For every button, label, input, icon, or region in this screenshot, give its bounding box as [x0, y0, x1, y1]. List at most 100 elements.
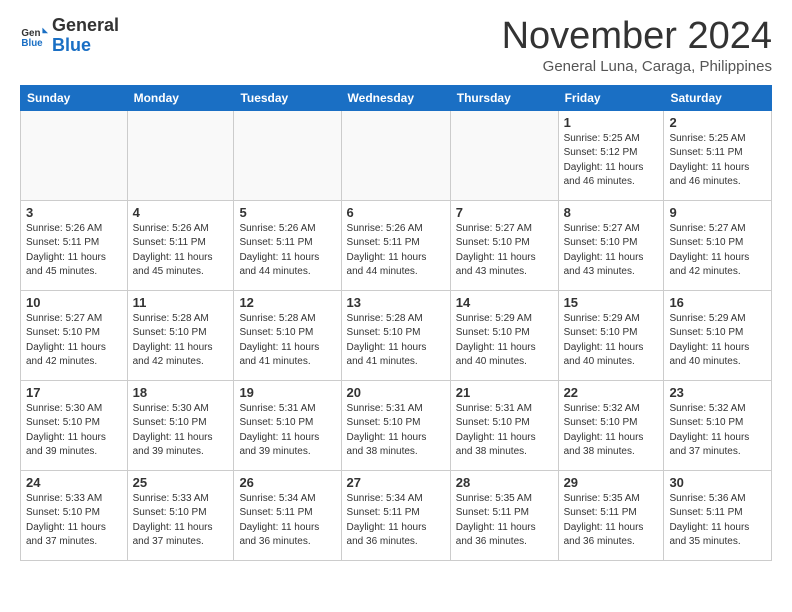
- logo: Gen Blue General Blue: [20, 16, 119, 56]
- day-cell: 26Sunrise: 5:34 AM Sunset: 5:11 PM Dayli…: [234, 470, 341, 560]
- day-info: Sunrise: 5:26 AM Sunset: 5:11 PM Dayligh…: [239, 222, 335, 280]
- day-info: Sunrise: 5:28 AM Sunset: 5:10 PM Dayligh…: [239, 312, 335, 370]
- day-cell: 16 Sunrise: 5:29 AM Sunset: 5:10 PM Dayli…: [664, 290, 772, 380]
- day-cell: 13 Sunrise: 5:28 AM Sunset: 5:10 PM Dayli…: [341, 290, 450, 380]
- day-number: 21: [456, 385, 553, 400]
- day-cell: 19 Sunrise: 5:31 AM Sunset: 5:10 PM Dayli…: [234, 380, 341, 470]
- day-info: Sunrise: 5:29 AM Sunset: 5:10 PM Dayligh…: [669, 312, 766, 370]
- day-number: 20: [347, 385, 445, 400]
- day-number: 30: [669, 475, 766, 490]
- day-cell: [127, 110, 234, 200]
- day-cell: 8Sunrise: 5:27 AM Sunset: 5:10 PM Daylig…: [558, 200, 664, 290]
- day-cell: [234, 110, 341, 200]
- day-info: Sunrise: 5:26 AM Sunset: 5:11 PM Dayligh…: [26, 222, 122, 280]
- column-header-wednesday: Wednesday: [341, 85, 450, 110]
- page-header: Gen Blue General Blue November 2024 Gene…: [20, 16, 772, 75]
- day-cell: [21, 110, 128, 200]
- day-cell: 11Sunrise: 5:28 AM Sunset: 5:10 PM Dayli…: [127, 290, 234, 380]
- day-cell: 10 Sunrise: 5:27 AM Sunset: 5:10 PM Dayli…: [21, 290, 128, 380]
- day-number: 28: [456, 475, 553, 490]
- column-header-tuesday: Tuesday: [234, 85, 341, 110]
- day-number: 1: [564, 115, 659, 130]
- day-info: Sunrise: 5:29 AM Sunset: 5:10 PM Dayligh…: [564, 312, 659, 370]
- day-info: Sunrise: 5:32 AM Sunset: 5:10 PM Dayligh…: [564, 402, 659, 460]
- day-cell: 4Sunrise: 5:26 AM Sunset: 5:11 PM Daylig…: [127, 200, 234, 290]
- day-number: 25: [133, 475, 229, 490]
- day-info: Sunrise: 5:27 AM Sunset: 5:10 PM Dayligh…: [26, 312, 122, 370]
- day-number: 16: [669, 295, 766, 310]
- day-info: Sunrise: 5:26 AM Sunset: 5:11 PM Dayligh…: [133, 222, 229, 280]
- logo-general: General: [52, 16, 119, 36]
- day-cell: 30 Sunrise: 5:36 AM Sunset: 5:11 PM Dayli…: [664, 470, 772, 560]
- svg-text:Blue: Blue: [21, 38, 43, 49]
- day-info: Sunrise: 5:27 AM Sunset: 5:10 PM Dayligh…: [564, 222, 659, 280]
- day-info: Sunrise: 5:27 AM Sunset: 5:10 PM Dayligh…: [456, 222, 553, 280]
- calendar-header: SundayMondayTuesdayWednesdayThursdayFrid…: [21, 85, 772, 110]
- day-info: Sunrise: 5:36 AM Sunset: 5:11 PM Dayligh…: [669, 492, 766, 550]
- day-cell: 15 Sunrise: 5:29 AM Sunset: 5:10 PM Dayli…: [558, 290, 664, 380]
- day-cell: 5 Sunrise: 5:26 AM Sunset: 5:11 PM Daylig…: [234, 200, 341, 290]
- day-info: Sunrise: 5:30 AM Sunset: 5:10 PM Dayligh…: [133, 402, 229, 460]
- day-number: 12: [239, 295, 335, 310]
- day-number: 17: [26, 385, 122, 400]
- day-info: Sunrise: 5:33 AM Sunset: 5:10 PM Dayligh…: [133, 492, 229, 550]
- week-row-5: 24 Sunrise: 5:33 AM Sunset: 5:10 PM Dayli…: [21, 470, 772, 560]
- month-title: November 2024: [502, 16, 772, 58]
- day-cell: 6 Sunrise: 5:26 AM Sunset: 5:11 PM Daylig…: [341, 200, 450, 290]
- day-info: Sunrise: 5:33 AM Sunset: 5:10 PM Dayligh…: [26, 492, 122, 550]
- day-number: 23: [669, 385, 766, 400]
- day-number: 7: [456, 205, 553, 220]
- week-row-2: 3 Sunrise: 5:26 AM Sunset: 5:11 PM Daylig…: [21, 200, 772, 290]
- day-cell: 9Sunrise: 5:27 AM Sunset: 5:10 PM Daylig…: [664, 200, 772, 290]
- day-number: 10: [26, 295, 122, 310]
- day-number: 14: [456, 295, 553, 310]
- day-cell: 23 Sunrise: 5:32 AM Sunset: 5:10 PM Dayli…: [664, 380, 772, 470]
- title-section: November 2024 General Luna, Caraga, Phil…: [502, 16, 772, 75]
- day-number: 5: [239, 205, 335, 220]
- day-number: 3: [26, 205, 122, 220]
- day-number: 22: [564, 385, 659, 400]
- day-info: Sunrise: 5:28 AM Sunset: 5:10 PM Dayligh…: [347, 312, 445, 370]
- day-info: Sunrise: 5:31 AM Sunset: 5:10 PM Dayligh…: [239, 402, 335, 460]
- logo-text: General Blue: [52, 16, 119, 56]
- day-info: Sunrise: 5:30 AM Sunset: 5:10 PM Dayligh…: [26, 402, 122, 460]
- day-info: Sunrise: 5:25 AM Sunset: 5:12 PM Dayligh…: [564, 132, 659, 190]
- day-cell: 27Sunrise: 5:34 AM Sunset: 5:11 PM Dayli…: [341, 470, 450, 560]
- column-header-thursday: Thursday: [450, 85, 558, 110]
- day-number: 29: [564, 475, 659, 490]
- column-header-sunday: Sunday: [21, 85, 128, 110]
- day-cell: 1 Sunrise: 5:25 AM Sunset: 5:12 PM Daylig…: [558, 110, 664, 200]
- day-number: 24: [26, 475, 122, 490]
- calendar-body: 1 Sunrise: 5:25 AM Sunset: 5:12 PM Daylig…: [21, 110, 772, 560]
- day-cell: 22 Sunrise: 5:32 AM Sunset: 5:10 PM Dayli…: [558, 380, 664, 470]
- day-number: 19: [239, 385, 335, 400]
- day-info: Sunrise: 5:35 AM Sunset: 5:11 PM Dayligh…: [564, 492, 659, 550]
- column-header-monday: Monday: [127, 85, 234, 110]
- logo-blue: Blue: [52, 36, 119, 56]
- column-header-saturday: Saturday: [664, 85, 772, 110]
- day-info: Sunrise: 5:27 AM Sunset: 5:10 PM Dayligh…: [669, 222, 766, 280]
- day-info: Sunrise: 5:35 AM Sunset: 5:11 PM Dayligh…: [456, 492, 553, 550]
- column-header-friday: Friday: [558, 85, 664, 110]
- day-cell: 17 Sunrise: 5:30 AM Sunset: 5:10 PM Dayli…: [21, 380, 128, 470]
- day-cell: 25 Sunrise: 5:33 AM Sunset: 5:10 PM Dayli…: [127, 470, 234, 560]
- day-info: Sunrise: 5:29 AM Sunset: 5:10 PM Dayligh…: [456, 312, 553, 370]
- week-row-1: 1 Sunrise: 5:25 AM Sunset: 5:12 PM Daylig…: [21, 110, 772, 200]
- day-number: 11: [133, 295, 229, 310]
- day-cell: 12 Sunrise: 5:28 AM Sunset: 5:10 PM Dayli…: [234, 290, 341, 380]
- day-info: Sunrise: 5:32 AM Sunset: 5:10 PM Dayligh…: [669, 402, 766, 460]
- day-number: 6: [347, 205, 445, 220]
- day-cell: 20 Sunrise: 5:31 AM Sunset: 5:10 PM Dayli…: [341, 380, 450, 470]
- day-cell: [341, 110, 450, 200]
- day-info: Sunrise: 5:26 AM Sunset: 5:11 PM Dayligh…: [347, 222, 445, 280]
- header-row: SundayMondayTuesdayWednesdayThursdayFrid…: [21, 85, 772, 110]
- day-number: 18: [133, 385, 229, 400]
- day-cell: [450, 110, 558, 200]
- day-number: 13: [347, 295, 445, 310]
- week-row-4: 17 Sunrise: 5:30 AM Sunset: 5:10 PM Dayli…: [21, 380, 772, 470]
- logo-icon: Gen Blue: [20, 22, 48, 50]
- day-number: 27: [347, 475, 445, 490]
- day-number: 15: [564, 295, 659, 310]
- day-info: Sunrise: 5:31 AM Sunset: 5:10 PM Dayligh…: [347, 402, 445, 460]
- day-cell: 21Sunrise: 5:31 AM Sunset: 5:10 PM Dayli…: [450, 380, 558, 470]
